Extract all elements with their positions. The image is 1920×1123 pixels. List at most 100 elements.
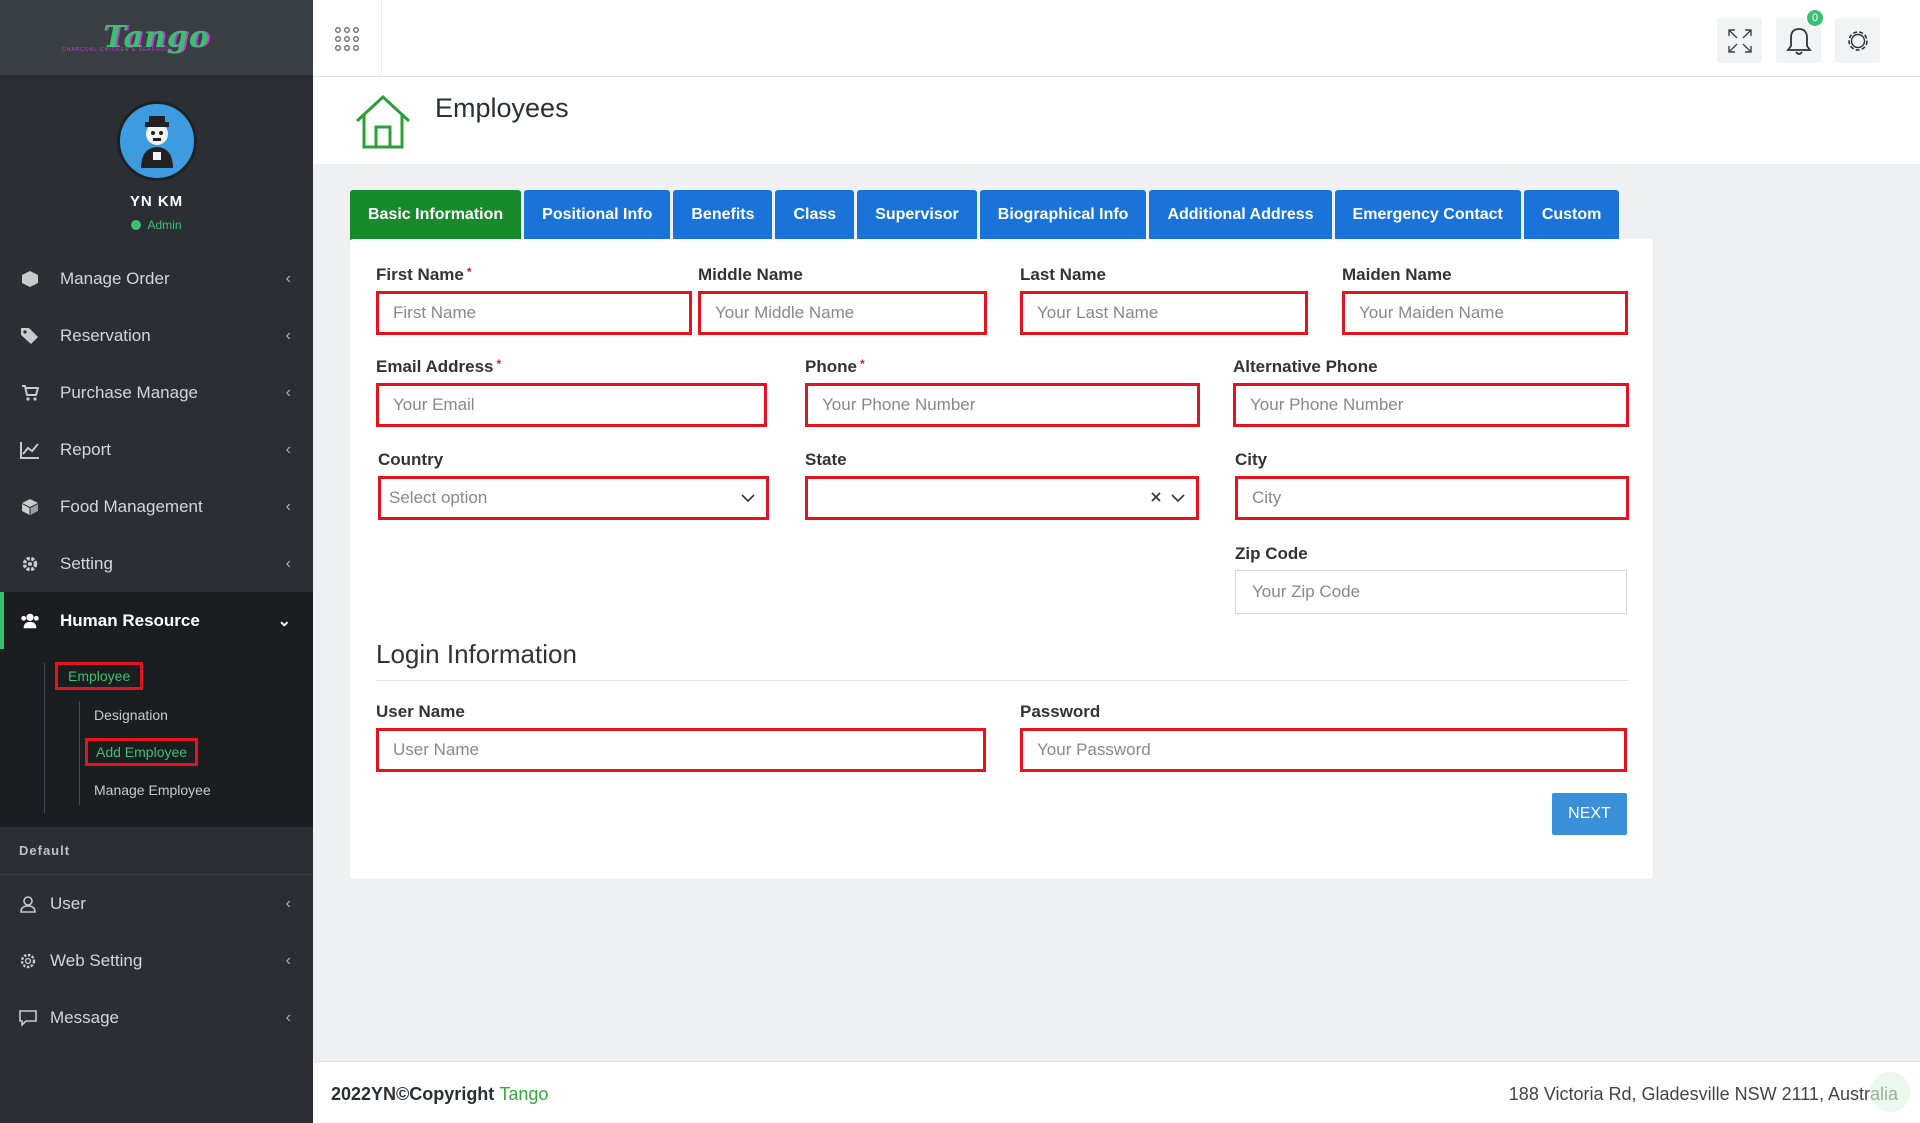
sidebar-item-label: Manage Order <box>60 268 170 288</box>
tab-basic-information[interactable]: Basic Information <box>350 190 522 240</box>
user-profile: YN KM Admin <box>0 75 313 250</box>
sidebar-item-label: Human Resource <box>60 610 200 630</box>
last-name-input[interactable]: Your Last Name <box>1020 291 1308 335</box>
zip-input[interactable]: Your Zip Code <box>1235 570 1627 614</box>
email-group: Email Address * Your Email <box>376 357 767 427</box>
hr-submenu: Employee Designation Add Employee Manage… <box>0 649 313 827</box>
copyright: 2022YN©Copyright Tango <box>331 1084 548 1105</box>
tag-icon <box>20 326 40 346</box>
sidebar-item-label: Reservation <box>60 325 151 345</box>
avatar[interactable] <box>116 101 197 181</box>
sidebar-item-human-resource[interactable]: Human Resource ⌄ <box>0 592 313 649</box>
submenu-item-designation[interactable]: Designation <box>0 697 313 732</box>
footer-brand-link[interactable]: Tango <box>499 1084 548 1104</box>
sidebar-item-label: User <box>50 893 86 913</box>
password-label: Password <box>1020 702 1101 721</box>
submenu-item-manage-employee[interactable]: Manage Employee <box>0 772 313 807</box>
alt-phone-group: Alternative Phone Your Phone Number <box>1233 357 1629 427</box>
logo-bar: Tango CHARCOAL CHICKEN & SEAFOOD <box>0 0 313 75</box>
apps-menu-button[interactable] <box>313 0 382 77</box>
notifications-button[interactable]: 0 <box>1776 8 1825 63</box>
sidebar-item-report[interactable]: Report ‹ <box>0 421 313 478</box>
country-group: Country Select option <box>378 450 769 520</box>
cart-icon <box>20 383 40 403</box>
tab-emergency-contact[interactable]: Emergency Contact <box>1334 190 1521 240</box>
next-button[interactable]: NEXT <box>1552 793 1627 835</box>
chevron-left-icon: ‹ <box>285 440 291 458</box>
online-indicator <box>131 220 142 230</box>
logo-subtext: CHARCOAL CHICKEN & SEAFOOD <box>62 47 171 53</box>
sidebar-item-label: Purchase Manage <box>60 382 198 402</box>
tab-positional-info[interactable]: Positional Info <box>524 190 671 240</box>
country-label: Country <box>378 450 444 469</box>
alt-phone-label: Alternative Phone <box>1233 357 1378 376</box>
middle-name-label: Middle Name <box>698 265 803 284</box>
expand-icon <box>1727 28 1752 53</box>
maiden-name-group: Maiden Name Your Maiden Name <box>1342 265 1628 335</box>
section-label-default: Default <box>0 827 313 875</box>
phone-input[interactable]: Your Phone Number <box>805 383 1200 427</box>
chevron-left-icon: ‹ <box>285 269 291 287</box>
submenu-label: Add Employee <box>85 738 199 766</box>
first-name-input[interactable]: First Name <box>376 291 692 335</box>
middle-name-group: Middle Name Your Middle Name <box>698 265 987 335</box>
settings-button[interactable] <box>1835 18 1880 63</box>
last-name-group: Last Name Your Last Name <box>1020 265 1308 335</box>
email-label: Email Address * <box>376 357 502 376</box>
sidebar-item-label: Report <box>60 439 112 459</box>
sidebar-item-user[interactable]: User ‹ <box>0 875 313 932</box>
sidebar-item-reservation[interactable]: Reservation ‹ <box>0 307 313 364</box>
chevron-left-icon: ‹ <box>285 894 291 912</box>
alt-phone-input[interactable]: Your Phone Number <box>1233 383 1629 427</box>
city-input[interactable]: City <box>1235 476 1629 520</box>
phone-label: Phone * <box>805 357 865 376</box>
user-icon <box>18 894 38 914</box>
box-icon <box>20 497 40 517</box>
tab-biographical-info[interactable]: Biographical Info <box>979 190 1147 240</box>
last-name-label: Last Name <box>1020 265 1106 284</box>
clear-icon[interactable] <box>1150 490 1162 507</box>
scroll-top-button[interactable] <box>1870 1072 1910 1112</box>
country-select[interactable]: Select option <box>378 476 769 520</box>
zip-group: Zip Code Your Zip Code <box>1235 544 1627 614</box>
chevron-left-icon: ‹ <box>285 1008 291 1026</box>
sidebar-item-message[interactable]: Message ‹ <box>0 989 313 1046</box>
zip-label: Zip Code <box>1235 544 1308 563</box>
sidebar-item-label: Web Setting <box>50 950 143 970</box>
bell-icon <box>1785 27 1812 55</box>
sidebar-item-manage-order[interactable]: Manage Order ‹ <box>0 250 313 307</box>
password-group: Password Your Password <box>1020 702 1627 772</box>
chevron-left-icon: ‹ <box>285 383 291 401</box>
username-input[interactable]: User Name <box>376 728 986 772</box>
chevron-left-icon: ‹ <box>285 326 291 344</box>
email-input[interactable]: Your Email <box>376 383 767 427</box>
state-label: State <box>805 450 847 469</box>
form-tabs: Basic Information Positional Info Benefi… <box>350 190 1620 240</box>
tab-additional-address[interactable]: Additional Address <box>1149 190 1332 240</box>
sidebar-item-setting[interactable]: Setting ‹ <box>0 535 313 592</box>
fullscreen-button[interactable] <box>1717 18 1762 63</box>
username-group: User Name User Name <box>376 702 986 772</box>
chevron-left-icon: ‹ <box>285 554 291 572</box>
tab-benefits[interactable]: Benefits <box>673 190 773 240</box>
submenu-item-employee[interactable]: Employee <box>0 655 313 697</box>
state-select[interactable] <box>805 476 1199 520</box>
avatar-image <box>140 116 173 168</box>
sidebar-item-purchase-manage[interactable]: Purchase Manage ‹ <box>0 364 313 421</box>
submenu-item-add-employee[interactable]: Add Employee <box>0 732 313 772</box>
sidebar-item-web-setting[interactable]: Web Setting ‹ <box>0 932 313 989</box>
sidebar: Tango CHARCOAL CHICKEN & SEAFOOD YN KM A… <box>0 0 313 1123</box>
sidebar-item-label: Message <box>50 1007 119 1027</box>
tab-supervisor[interactable]: Supervisor <box>857 190 977 240</box>
tab-custom[interactable]: Custom <box>1523 190 1620 240</box>
password-input[interactable]: Your Password <box>1020 728 1627 772</box>
chevron-down-icon: ⌄ <box>277 612 291 630</box>
middle-name-input[interactable]: Your Middle Name <box>698 291 987 335</box>
gear-icon <box>20 554 40 574</box>
chevron-down-icon <box>740 493 756 503</box>
tab-class[interactable]: Class <box>775 190 855 240</box>
sidebar-item-food-management[interactable]: Food Management ‹ <box>0 478 313 535</box>
maiden-name-input[interactable]: Your Maiden Name <box>1342 291 1628 335</box>
city-group: City City <box>1235 450 1629 520</box>
message-icon <box>18 1008 38 1028</box>
